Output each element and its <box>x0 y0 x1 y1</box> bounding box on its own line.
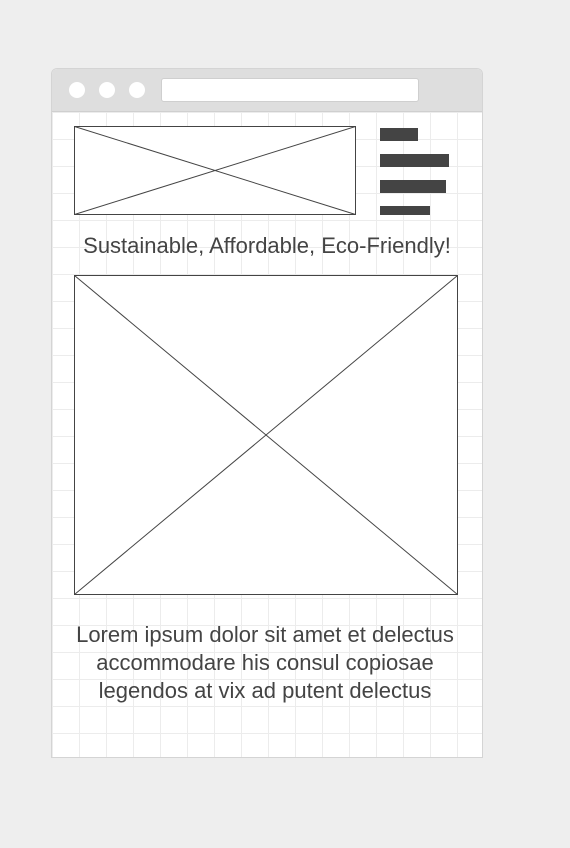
menu-line <box>380 180 446 193</box>
window-close-button[interactable] <box>69 82 85 98</box>
window-maximize-button[interactable] <box>129 82 145 98</box>
image-placeholder-icon <box>74 275 458 595</box>
window-minimize-button[interactable] <box>99 82 115 98</box>
menu-line <box>380 206 430 215</box>
body-paragraph: Lorem ipsum dolor sit amet et delectus a… <box>76 622 454 703</box>
menu-line <box>380 128 418 141</box>
image-placeholder-icon <box>74 126 356 215</box>
menu-line <box>380 154 449 167</box>
tagline-heading: Sustainable, Affordable, Eco-Friendly! <box>83 233 451 258</box>
address-bar[interactable] <box>161 78 419 102</box>
logo-image-placeholder <box>74 126 356 215</box>
hero-image-placeholder <box>74 275 458 595</box>
browser-titlebar <box>52 69 482 112</box>
